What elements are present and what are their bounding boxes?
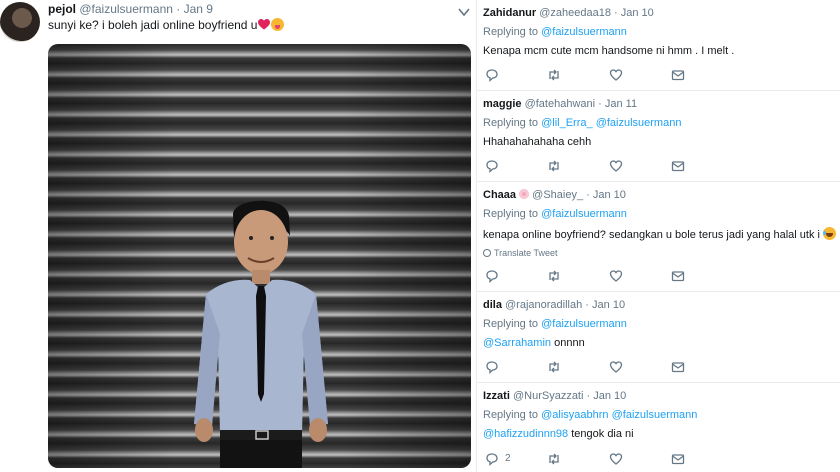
reply-text: Kenapa mcm cute mcm handsome ni hmm . I … xyxy=(483,45,735,57)
person-photo-subject xyxy=(194,200,328,468)
reply-text: Hhahahahahaha cehh xyxy=(483,136,592,148)
mention-link[interactable]: @faizulsuermann xyxy=(541,208,627,220)
mention-link[interactable]: @faizulsuermann xyxy=(541,26,627,38)
mention-link[interactable]: @faizulsuermann xyxy=(596,117,682,129)
translate-label: Translate Tweet xyxy=(494,248,558,258)
mention-link[interactable]: @faizulsuermann xyxy=(541,318,627,330)
avatar[interactable] xyxy=(0,2,40,42)
tweet-text-body: sunyi ke? i boleh jadi online boyfriend … xyxy=(48,18,258,32)
reply-icon[interactable] xyxy=(485,360,499,374)
reply-item[interactable]: Chaaa @Shaiey_ · Jan 10 Replying to @fai… xyxy=(477,182,840,292)
reply-author-handle[interactable]: @fatehahwani xyxy=(525,98,596,110)
retweet-icon[interactable] xyxy=(547,159,561,173)
author-name[interactable]: pejol xyxy=(48,2,76,16)
reply-header: Chaaa @Shaiey_ · Jan 10 xyxy=(483,189,626,201)
reply-actions xyxy=(485,159,685,173)
globe-icon xyxy=(483,249,491,257)
retweet-icon[interactable] xyxy=(547,269,561,283)
author-handle[interactable]: @faizulsuermann xyxy=(79,2,173,16)
reply-author-name[interactable]: Zahidanur xyxy=(483,7,536,19)
like-icon[interactable] xyxy=(609,269,623,283)
replying-to: Replying to @faizulsuermann xyxy=(483,208,627,220)
reply-icon[interactable]: 2 xyxy=(485,452,511,466)
tweet-photo[interactable] xyxy=(48,44,471,468)
reply-text-body: kenapa online boyfriend? sedangkan u bol… xyxy=(483,229,820,241)
replying-to: Replying to @lil_Erra_ @faizulsuermann xyxy=(483,117,681,129)
reply-actions xyxy=(485,360,685,374)
reply-date[interactable]: Jan 11 xyxy=(605,98,637,110)
direct-message-icon[interactable] xyxy=(671,159,685,173)
tweet-date[interactable]: Jan 9 xyxy=(184,2,213,16)
reply-item[interactable]: Zahidanur @zaheedaa18 · Jan 10 Replying … xyxy=(477,0,840,91)
tweet-header: pejol @faizulsuermann · Jan 9 xyxy=(48,2,213,16)
red-heart-icon xyxy=(258,19,271,30)
like-icon[interactable] xyxy=(609,452,623,466)
reply-text: kenapa online boyfriend? sedangkan u bol… xyxy=(483,227,837,241)
reply-text-body: tengok dia ni xyxy=(571,428,634,440)
direct-message-icon[interactable] xyxy=(671,360,685,374)
reply-author-handle[interactable]: @zaheedaa18 xyxy=(539,7,611,19)
reply-item[interactable]: Izzati @NurSyazzati · Jan 10 Replying to… xyxy=(477,383,840,472)
reply-date[interactable]: Jan 10 xyxy=(592,299,625,311)
tweet-text: sunyi ke? i boleh jadi online boyfriend … xyxy=(48,18,285,32)
replying-to: Replying to @alisyaabhrn @faizulsuermann xyxy=(483,409,697,421)
mention-link[interactable]: @alisyaabhrn xyxy=(541,409,608,421)
reply-icon[interactable] xyxy=(485,68,499,82)
reply-author-name[interactable]: Izzati xyxy=(483,390,510,402)
reply-author-handle[interactable]: @rajanoradillah xyxy=(505,299,582,311)
reply-header: Zahidanur @zaheedaa18 · Jan 10 xyxy=(483,7,654,19)
reply-text: @hafizzudinnn98 tengok dia ni xyxy=(483,428,634,440)
replies-panel: Zahidanur @zaheedaa18 · Jan 10 Replying … xyxy=(476,0,840,472)
direct-message-icon[interactable] xyxy=(671,68,685,82)
translate-tweet-link[interactable]: Translate Tweet xyxy=(483,248,558,258)
reply-author-handle[interactable]: @Shaiey_ xyxy=(532,189,583,201)
reply-count: 2 xyxy=(505,453,511,464)
mention-link[interactable]: @lil_Erra_ xyxy=(541,117,593,129)
retweet-icon[interactable] xyxy=(547,68,561,82)
like-icon[interactable] xyxy=(609,159,623,173)
like-icon[interactable] xyxy=(609,360,623,374)
like-icon[interactable] xyxy=(609,68,623,82)
reply-author-name[interactable]: dila xyxy=(483,299,502,311)
reply-date[interactable]: Jan 10 xyxy=(593,189,626,201)
mention-link[interactable]: @hafizzudinnn98 xyxy=(483,428,568,440)
reply-header: maggie @fatehahwani · Jan 11 xyxy=(483,98,638,110)
tears-of-joy-icon xyxy=(823,227,837,240)
reply-author-handle[interactable]: @NurSyazzati xyxy=(513,390,583,402)
reply-actions: 2 xyxy=(485,452,685,466)
reply-author-name[interactable]: Chaaa xyxy=(483,189,516,201)
replying-to-label: Replying to xyxy=(483,26,539,38)
main-tweet: pejol @faizulsuermann · Jan 9 sunyi ke? … xyxy=(0,0,476,472)
replying-to-label: Replying to xyxy=(483,318,539,330)
chevron-down-icon[interactable] xyxy=(458,4,470,17)
direct-message-icon[interactable] xyxy=(671,269,685,283)
mention-link[interactable]: @faizulsuermann xyxy=(612,409,698,421)
reply-date[interactable]: Jan 10 xyxy=(621,7,654,19)
cherry-blossom-icon xyxy=(519,189,530,199)
reply-icon[interactable] xyxy=(485,159,499,173)
face-with-tongue-icon xyxy=(271,18,285,31)
mention-link[interactable]: @Sarrahamin xyxy=(483,337,551,349)
reply-author-name[interactable]: maggie xyxy=(483,98,522,110)
reply-date[interactable]: Jan 10 xyxy=(593,390,626,402)
retweet-icon[interactable] xyxy=(547,452,561,466)
replying-to-label: Replying to xyxy=(483,117,539,129)
reply-header: Izzati @NurSyazzati · Jan 10 xyxy=(483,390,627,402)
reply-text-body: onnnn xyxy=(554,337,585,349)
reply-header: dila @rajanoradillah · Jan 10 xyxy=(483,299,626,311)
direct-message-icon[interactable] xyxy=(671,452,685,466)
reply-text: @Sarrahamin onnnn xyxy=(483,337,585,349)
retweet-icon[interactable] xyxy=(547,360,561,374)
reply-item[interactable]: maggie @fatehahwani · Jan 11 Replying to… xyxy=(477,91,840,182)
reply-actions xyxy=(485,269,685,283)
replying-to-label: Replying to xyxy=(483,208,539,220)
replying-to: Replying to @faizulsuermann xyxy=(483,318,627,330)
reply-icon[interactable] xyxy=(485,269,499,283)
reply-item[interactable]: dila @rajanoradillah · Jan 10 Replying t… xyxy=(477,292,840,383)
replying-to: Replying to @faizulsuermann xyxy=(483,26,627,38)
reply-actions xyxy=(485,68,685,82)
replying-to-label: Replying to xyxy=(483,409,539,421)
